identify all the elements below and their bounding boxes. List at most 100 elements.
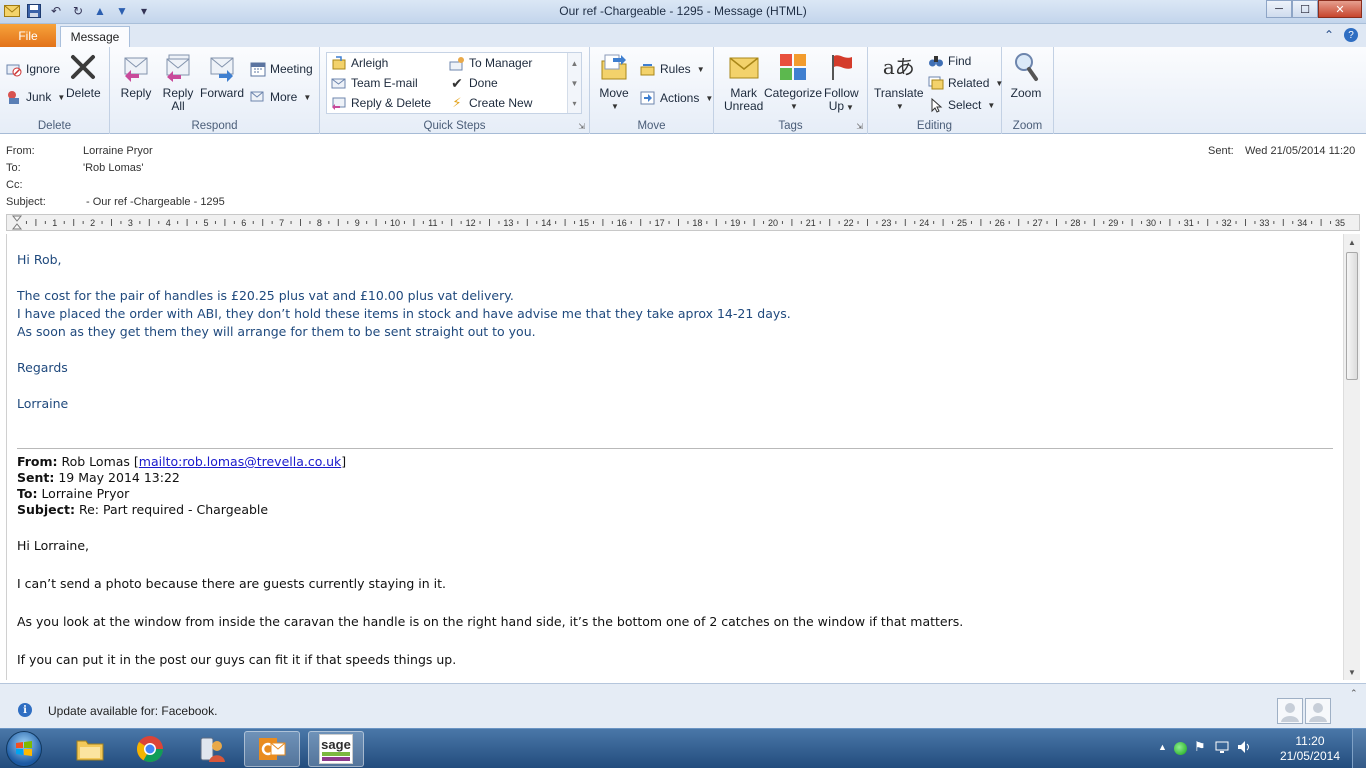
actions-icon bbox=[640, 90, 656, 106]
taskbar-outlook[interactable] bbox=[244, 731, 300, 767]
update-notice[interactable]: Update available for: Facebook. bbox=[48, 704, 217, 718]
ruler-number: 28 bbox=[1070, 218, 1080, 228]
find-button[interactable]: Find bbox=[928, 53, 971, 69]
ribbon: Ignore Junk ▼ Delete Delete Reply Reply … bbox=[0, 47, 1366, 134]
ruler-number: 12 bbox=[466, 218, 476, 228]
quickstep-create-new[interactable]: ⚡ Create New bbox=[449, 95, 532, 111]
taskbar-sage[interactable]: sage bbox=[308, 731, 364, 767]
ruler-number: 9 bbox=[355, 218, 360, 228]
taskbar-explorer[interactable] bbox=[62, 731, 118, 767]
to-value[interactable]: 'Rob Lomas' bbox=[83, 162, 143, 174]
flag-icon bbox=[825, 51, 857, 83]
ruler-number: 2 bbox=[90, 218, 95, 228]
tab-file[interactable]: File bbox=[0, 24, 56, 47]
show-hidden-icons-icon[interactable]: ▲ bbox=[1158, 742, 1167, 752]
sage-icon: sage bbox=[319, 734, 353, 764]
expand-gallery-icon[interactable]: ▾ bbox=[572, 99, 576, 108]
group-move: Move ▼ Rules ▼ Actions ▼ Move bbox=[590, 47, 714, 134]
scroll-down-icon[interactable]: ▼ bbox=[571, 79, 579, 88]
network-icon[interactable] bbox=[1214, 739, 1230, 758]
scroll-up-icon[interactable]: ▲ bbox=[571, 59, 579, 68]
person-icon[interactable] bbox=[1305, 698, 1331, 724]
group-label-editing: Editing bbox=[916, 120, 953, 132]
start-button[interactable] bbox=[6, 731, 42, 767]
original-to: To: Lorraine Pryor bbox=[17, 486, 130, 501]
quickstep-team-email[interactable]: Team E-mail bbox=[331, 75, 418, 91]
translate-button[interactable]: aあ Translate ▼ bbox=[874, 51, 924, 113]
quickstep-reply-delete[interactable]: Reply & Delete bbox=[331, 95, 431, 111]
cursor-icon bbox=[928, 97, 944, 113]
quick-steps-gallery: Arleigh To Manager Team E-mail ✔ Done Re… bbox=[326, 52, 582, 114]
reply-button[interactable]: Reply bbox=[120, 51, 152, 100]
volume-icon[interactable] bbox=[1236, 739, 1252, 758]
show-desktop-button[interactable] bbox=[1352, 729, 1366, 768]
from-value[interactable]: Lorraine Pryor bbox=[83, 145, 153, 157]
original-paragraph-1: I can’t send a photo because there are g… bbox=[17, 576, 447, 591]
group-tags: Mark Unread Categorize ▼ Follow Up ▼ Tags… bbox=[714, 47, 868, 134]
to-label: To: bbox=[6, 162, 21, 174]
scrollbar-thumb[interactable] bbox=[1346, 252, 1358, 380]
taskbar-chrome[interactable] bbox=[122, 731, 178, 767]
dialog-launcher-icon[interactable]: ⇲ bbox=[578, 122, 585, 131]
delete-button[interactable]: Delete bbox=[66, 51, 101, 100]
quickstep-arleigh[interactable]: Arleigh bbox=[331, 55, 388, 71]
move-button[interactable]: Move ▼ bbox=[598, 51, 630, 113]
quickstep-done[interactable]: ✔ Done bbox=[449, 75, 498, 91]
flag-icon[interactable]: ⚑ bbox=[1194, 739, 1206, 755]
dialog-launcher-icon[interactable]: ⇲ bbox=[856, 122, 863, 131]
expand-people-pane-icon[interactable]: ⌃ bbox=[1350, 688, 1358, 699]
maximize-button[interactable]: ☐ bbox=[1292, 0, 1318, 18]
ruler-number: 20 bbox=[768, 218, 778, 228]
scroll-down-arrow[interactable]: ▼ bbox=[1344, 664, 1360, 680]
scroll-up-arrow[interactable]: ▲ bbox=[1344, 234, 1360, 250]
ruler-number: 23 bbox=[881, 218, 891, 228]
ruler-number: 5 bbox=[203, 218, 208, 228]
minimize-button[interactable]: ─ bbox=[1266, 0, 1292, 18]
quick-steps-scrollbar[interactable]: ▲ ▼ ▾ bbox=[567, 53, 581, 113]
meeting-button[interactable]: Meeting bbox=[250, 61, 313, 77]
window-title: Our ref -Chargeable - 1295 - Message (HT… bbox=[559, 4, 807, 18]
clock[interactable]: 11:20 21/05/2014 bbox=[1280, 734, 1340, 764]
subject-label: Subject: bbox=[6, 196, 46, 208]
tab-message[interactable]: Message bbox=[60, 26, 130, 47]
system-tray: ▲ ⚑ 11:20 21/05/2014 bbox=[1146, 729, 1366, 768]
reply-all-button[interactable]: Reply All bbox=[162, 51, 194, 113]
ruler-number: 33 bbox=[1259, 218, 1269, 228]
select-button[interactable]: Select ▼ bbox=[928, 97, 995, 113]
original-greeting: Hi Lorraine, bbox=[17, 538, 90, 553]
mark-unread-icon bbox=[728, 51, 760, 83]
ignore-button[interactable]: Ignore bbox=[6, 61, 60, 77]
reply-icon bbox=[120, 51, 152, 83]
sent-label: Sent: bbox=[1208, 145, 1234, 157]
calendar-icon bbox=[250, 61, 266, 77]
message-body[interactable]: Hi Rob, The cost for the pair of handles… bbox=[6, 234, 1343, 680]
quickstep-to-manager[interactable]: To Manager bbox=[449, 55, 532, 71]
mark-unread-button[interactable]: Mark Unread bbox=[724, 51, 763, 113]
status-green-icon[interactable] bbox=[1174, 742, 1187, 755]
delete-icon bbox=[67, 51, 99, 83]
person-icon[interactable] bbox=[1277, 698, 1303, 724]
original-subject: Subject: Re: Part required - Chargeable bbox=[17, 502, 269, 517]
actions-button[interactable]: Actions ▼ bbox=[640, 90, 713, 106]
zoom-button[interactable]: Zoom bbox=[1010, 51, 1042, 100]
help-icon[interactable]: ? bbox=[1344, 28, 1358, 42]
email-link[interactable]: mailto:rob.lomas@trevella.co.uk bbox=[139, 454, 342, 469]
forward-button[interactable]: Forward bbox=[200, 51, 244, 100]
more-respond-button[interactable]: More ▼ bbox=[250, 89, 311, 105]
junk-icon bbox=[6, 89, 22, 105]
rules-button[interactable]: Rules ▼ bbox=[640, 61, 705, 77]
taskbar-contacts[interactable] bbox=[184, 731, 240, 767]
indent-marker[interactable] bbox=[11, 215, 23, 230]
minimize-ribbon-icon[interactable]: ⌃ bbox=[1324, 28, 1334, 42]
junk-button[interactable]: Junk ▼ bbox=[6, 89, 65, 105]
related-button[interactable]: Related ▼ bbox=[928, 75, 1003, 91]
follow-up-button[interactable]: Follow Up ▼ bbox=[824, 51, 859, 114]
clock-time: 11:20 bbox=[1295, 734, 1325, 748]
magnifier-icon bbox=[1010, 51, 1042, 83]
close-button[interactable]: ✕ bbox=[1318, 0, 1362, 18]
taskbar: sage ▲ ⚑ 11:20 21/05/2014 bbox=[0, 728, 1366, 768]
ruler-number: 8 bbox=[317, 218, 322, 228]
vertical-scrollbar[interactable]: ▲ ▼ bbox=[1343, 234, 1360, 680]
categorize-button[interactable]: Categorize ▼ bbox=[764, 51, 822, 113]
group-editing: aあ Translate ▼ Find Related ▼ Select ▼ Edi… bbox=[868, 47, 1003, 134]
